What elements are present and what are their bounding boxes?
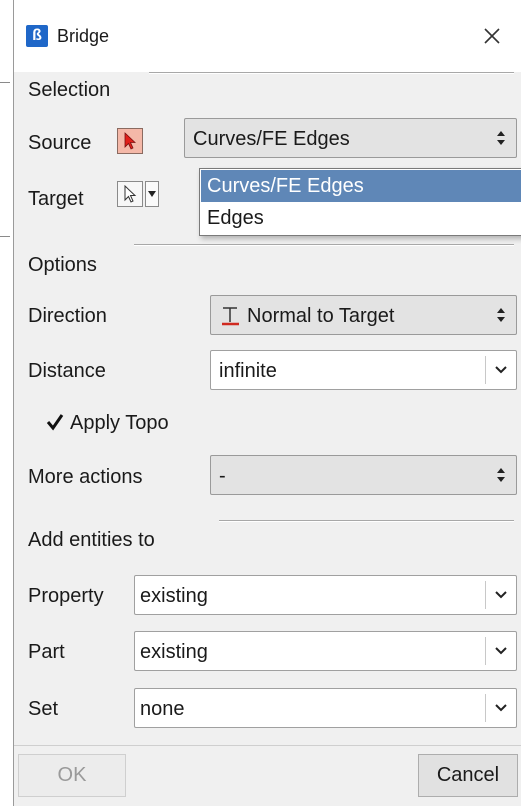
part-value: existing <box>140 641 208 663</box>
options-group-title: Options <box>28 254 97 276</box>
source-label: Source <box>28 132 92 154</box>
dropdown-option-curves-fe-edges[interactable]: Curves/FE Edges <box>201 170 521 202</box>
set-label: Set <box>28 698 59 720</box>
source-type-combo[interactable]: Curves/FE Edges <box>184 118 517 158</box>
direction-combo[interactable]: Normal to Target <box>210 295 517 335</box>
chevron-down-icon <box>486 632 516 670</box>
updown-arrow-icon <box>486 296 516 334</box>
chevron-down-icon <box>486 351 516 389</box>
ok-button[interactable]: OK <box>18 754 126 797</box>
background-window-edge <box>0 0 13 806</box>
direction-value: Normal to Target <box>247 305 395 327</box>
distance-combo[interactable]: infinite <box>210 350 517 390</box>
cancel-button[interactable]: Cancel <box>418 754 518 797</box>
window-title: Bridge <box>57 26 110 46</box>
bridge-dialog: ß Bridge Selection Source Curves/FE Edge… <box>13 0 521 806</box>
options-group-divider <box>134 244 514 246</box>
target-options-dropdown[interactable] <box>145 181 159 207</box>
add-entities-group-title: Add entities to <box>28 529 155 551</box>
cursor-arrow-icon <box>124 132 137 150</box>
checkmark-icon <box>46 414 64 431</box>
close-icon <box>484 28 500 44</box>
more-actions-value: - <box>219 465 226 487</box>
chevron-down-icon <box>148 191 156 197</box>
selection-group-title: Selection <box>28 79 111 101</box>
more-actions-combo[interactable]: - <box>210 455 517 495</box>
app-logo-icon: ß <box>26 25 48 47</box>
distance-value: infinite <box>219 360 277 382</box>
direction-label: Direction <box>28 305 107 327</box>
updown-arrow-icon <box>486 456 516 494</box>
chevron-down-icon <box>486 689 516 727</box>
close-button[interactable] <box>472 18 512 54</box>
source-type-value: Curves/FE Edges <box>193 128 350 150</box>
dropdown-option-edges[interactable]: Edges <box>201 202 521 234</box>
target-pick-button[interactable] <box>117 181 143 207</box>
property-combo[interactable]: existing <box>134 575 517 615</box>
selection-group-divider <box>149 72 514 74</box>
set-value: none <box>140 698 185 720</box>
target-label: Target <box>28 188 84 210</box>
set-combo[interactable]: none <box>134 688 517 728</box>
part-label: Part <box>28 641 65 663</box>
source-type-dropdown-list: Curves/FE Edges Edges <box>199 168 521 236</box>
updown-arrow-icon <box>486 119 516 157</box>
cursor-arrow-icon <box>124 185 137 203</box>
property-label: Property <box>28 585 104 607</box>
apply-topo-label[interactable]: Apply Topo <box>70 411 169 435</box>
more-actions-label: More actions <box>28 466 143 488</box>
distance-label: Distance <box>28 360 106 382</box>
property-value: existing <box>140 585 208 607</box>
part-combo[interactable]: existing <box>134 631 517 671</box>
apply-topo-checkbox[interactable] <box>44 411 66 433</box>
dialog-footer: OK Cancel <box>14 745 521 806</box>
add-entities-group-divider <box>219 520 514 522</box>
edge-tick <box>0 236 10 237</box>
normal-to-target-icon <box>222 307 239 326</box>
edge-tick <box>0 82 10 83</box>
title-bar: ß Bridge <box>14 0 521 72</box>
source-pick-button[interactable] <box>117 128 143 154</box>
chevron-down-icon <box>486 576 516 614</box>
